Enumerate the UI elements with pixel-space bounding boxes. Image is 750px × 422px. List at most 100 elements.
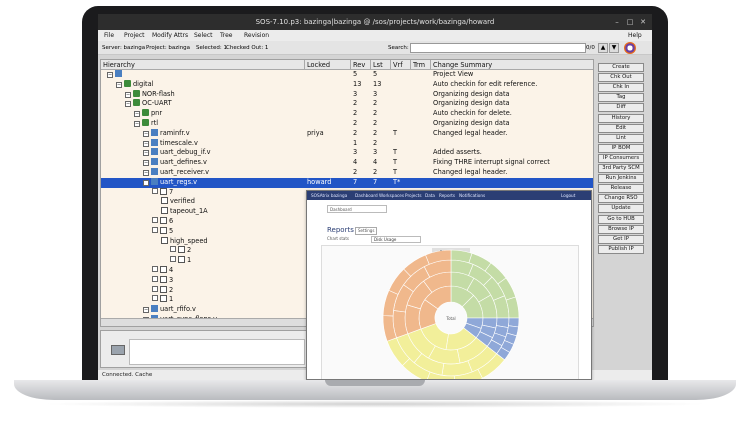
action-button-update[interactable]: Update [598, 204, 644, 214]
cell-rev: 3 [353, 89, 358, 98]
expand-toggle-icon[interactable] [152, 226, 158, 233]
expand-toggle-icon[interactable] [152, 266, 158, 272]
table-row[interactable]: − rtl 2 2 Organizing design data [101, 119, 593, 129]
menu-tree[interactable]: Tree [220, 30, 233, 41]
maximize-icon[interactable]: □ [625, 17, 635, 27]
table-row[interactable]: − OC-UART 2 2 Organizing design data [101, 99, 593, 109]
expand-toggle-icon[interactable] [152, 187, 158, 194]
action-button-history[interactable]: History [598, 113, 644, 123]
action-button-browse-ip[interactable]: Browse IP [598, 224, 644, 234]
hierarchy-cell: − uart_regs.v [143, 177, 307, 188]
cell-lst: 13 [373, 79, 382, 88]
menu-revision[interactable]: Revision [244, 30, 269, 41]
action-button-change-rso[interactable]: Change RSO [598, 194, 644, 204]
expand-toggle-icon[interactable]: − [134, 121, 140, 127]
row-name: uart_regs.v [160, 177, 198, 186]
sunburst-chart[interactable]: Disk Usage Total [322, 246, 580, 380]
action-button-release[interactable]: Release [598, 184, 644, 194]
expand-toggle-icon[interactable]: − [143, 179, 149, 186]
reports-settings-button[interactable]: Settings [355, 227, 378, 235]
folder-icon [142, 119, 149, 126]
action-button-ip-consumers[interactable]: IP Consumers [598, 153, 644, 163]
menu-file[interactable]: File [104, 30, 114, 41]
expand-toggle-icon[interactable] [170, 246, 176, 253]
search-prev-button[interactable]: ▲ [598, 43, 608, 53]
expand-toggle-icon[interactable]: − [143, 160, 149, 167]
expand-toggle-icon[interactable]: − [143, 307, 149, 314]
action-button-3rd-party-scm[interactable]: 3rd Party SCM [598, 164, 644, 173]
expand-toggle-icon[interactable]: − [134, 111, 140, 118]
close-icon[interactable]: ✕ [638, 17, 648, 27]
action-button-tag[interactable]: Tag [598, 93, 644, 103]
menu-modify-attrs[interactable]: Modify Attrs [152, 30, 188, 41]
table-row[interactable]: − pnr 2 2 Auto checkin for delete. [101, 109, 593, 119]
nav-logout[interactable]: Logout [561, 191, 575, 200]
expand-toggle-icon[interactable]: − [143, 140, 149, 147]
menu-help[interactable]: Help [628, 30, 642, 41]
column-lst[interactable]: Lst [371, 60, 391, 70]
expand-toggle-icon[interactable]: − [125, 91, 131, 98]
expand-toggle-icon[interactable] [152, 217, 158, 223]
file-icon [160, 275, 167, 283]
menu-project[interactable]: Project [124, 30, 145, 41]
table-row[interactable]: − uart_debug_if.v 3 3 T Added asserts. [101, 148, 593, 158]
table-row[interactable]: − NOR-flash 3 3 Organizing design data [101, 89, 593, 100]
action-button-chk-out[interactable]: Chk Out [598, 73, 644, 83]
expand-toggle-icon[interactable] [152, 285, 158, 292]
action-button-create[interactable]: Create [598, 63, 644, 72]
action-button-get-ip[interactable]: Get IP [598, 234, 644, 244]
action-button-edit[interactable]: Edit [598, 123, 644, 133]
log-output[interactable] [129, 339, 305, 365]
hierarchy-cell: − [107, 70, 307, 80]
row-name: high_speed [170, 236, 208, 245]
table-row[interactable]: − uart_receiver.v 2 2 T Changed legal header. [101, 168, 593, 178]
expand-toggle-icon[interactable]: − [143, 170, 149, 176]
nav-workspaces[interactable]: Workspaces [379, 191, 404, 200]
action-button-publish-ip[interactable]: Publish IP [598, 244, 644, 254]
nav-data[interactable]: Data [425, 191, 435, 200]
action-button-ip-bom[interactable]: IP BOM [598, 143, 644, 153]
sunburst-segment[interactable] [404, 304, 422, 335]
expand-toggle-icon[interactable]: − [107, 72, 113, 78]
expand-toggle-icon[interactable]: − [143, 130, 149, 137]
cell-lst: 2 [373, 109, 378, 118]
disk-usage-chart[interactable]: Disk Usage Total [321, 245, 580, 380]
chart-type-select[interactable]: Disk Usage [371, 236, 421, 243]
column-rev[interactable]: Rev [351, 60, 371, 70]
column-change-summary[interactable]: Change Summary [431, 60, 593, 70]
nav-dashboard[interactable]: Dashboard [355, 191, 378, 200]
column-vrf[interactable]: Vrf [391, 60, 411, 70]
column-hierarchy[interactable]: Hierarchy [101, 60, 305, 70]
column-trm[interactable]: Trm [411, 60, 431, 70]
hierarchy-cell: high_speed [161, 236, 307, 247]
nav-notifications[interactable]: Notifications [459, 191, 485, 200]
expand-toggle-icon[interactable]: − [116, 81, 122, 88]
row-name: uart_rfifo.v [160, 305, 196, 314]
table-row[interactable]: − uart_defines.v 4 4 T Fixing THRE interrupt … [101, 158, 593, 168]
cell-summary: Fixing THRE interrupt signal correct [433, 158, 550, 167]
action-button-chk-in[interactable]: Chk In [598, 83, 644, 93]
action-button-diff[interactable]: Diff [598, 103, 644, 113]
table-row[interactable]: − 5 5 Project View [101, 70, 593, 80]
nav-reports[interactable]: Reports [439, 191, 455, 200]
expand-toggle-icon[interactable] [170, 256, 176, 263]
menu-select[interactable]: Select [194, 30, 213, 41]
hierarchy-cell: − digital [116, 79, 307, 90]
table-row[interactable]: − timescale.v 1 2 [101, 138, 593, 149]
action-button-run-jenkins[interactable]: Run Jenkins [598, 174, 644, 184]
minimize-icon[interactable]: – [612, 17, 622, 27]
action-button-go-to-hub[interactable]: Go to HUB [598, 214, 644, 224]
expand-toggle-icon[interactable]: − [143, 150, 149, 157]
table-row[interactable]: − raminfr.v priya 2 2 T Changed legal header. [101, 128, 593, 139]
search-next-button[interactable]: ▼ [609, 43, 619, 53]
nav-projects[interactable]: Projects [405, 191, 422, 200]
expand-toggle-icon[interactable] [152, 275, 158, 282]
table-row[interactable]: − uart_regs.v howard 7 7 T* [101, 177, 593, 188]
expand-toggle-icon[interactable]: − [125, 101, 131, 108]
search-input[interactable] [410, 43, 586, 53]
action-button-lint[interactable]: Lint [598, 133, 644, 143]
expand-toggle-icon[interactable] [152, 295, 158, 302]
reports-breadcrumb[interactable]: Dashboard [327, 205, 387, 213]
table-row[interactable]: − digital 13 13 Auto checkin for edit refere… [101, 79, 593, 90]
column-locked[interactable]: Locked [305, 60, 351, 70]
